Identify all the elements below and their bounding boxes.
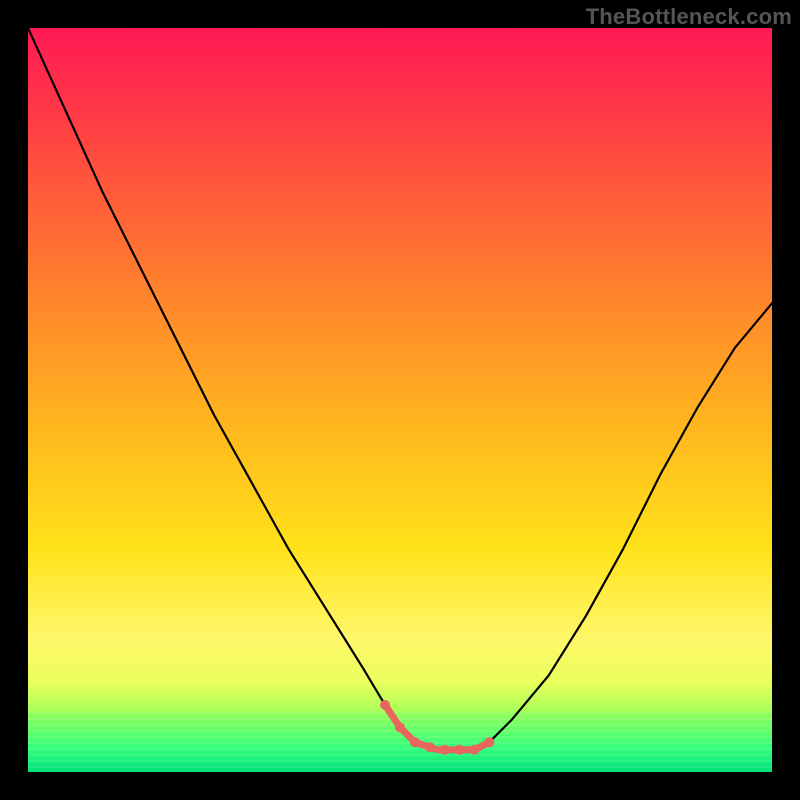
watermark-text: TheBottleneck.com xyxy=(586,4,792,30)
highlight-dot xyxy=(425,742,435,752)
chart-frame: TheBottleneck.com xyxy=(0,0,800,800)
highlight-dot xyxy=(380,700,390,710)
highlight-dot xyxy=(440,745,450,755)
highlight-dot xyxy=(395,722,405,732)
highlight-dot xyxy=(410,737,420,747)
highlight-dot xyxy=(455,745,465,755)
highlight-dot xyxy=(484,737,494,747)
bottleneck-curve xyxy=(28,28,772,750)
plot-area xyxy=(28,28,772,772)
highlight-dot xyxy=(469,745,479,755)
curve-svg xyxy=(28,28,772,772)
